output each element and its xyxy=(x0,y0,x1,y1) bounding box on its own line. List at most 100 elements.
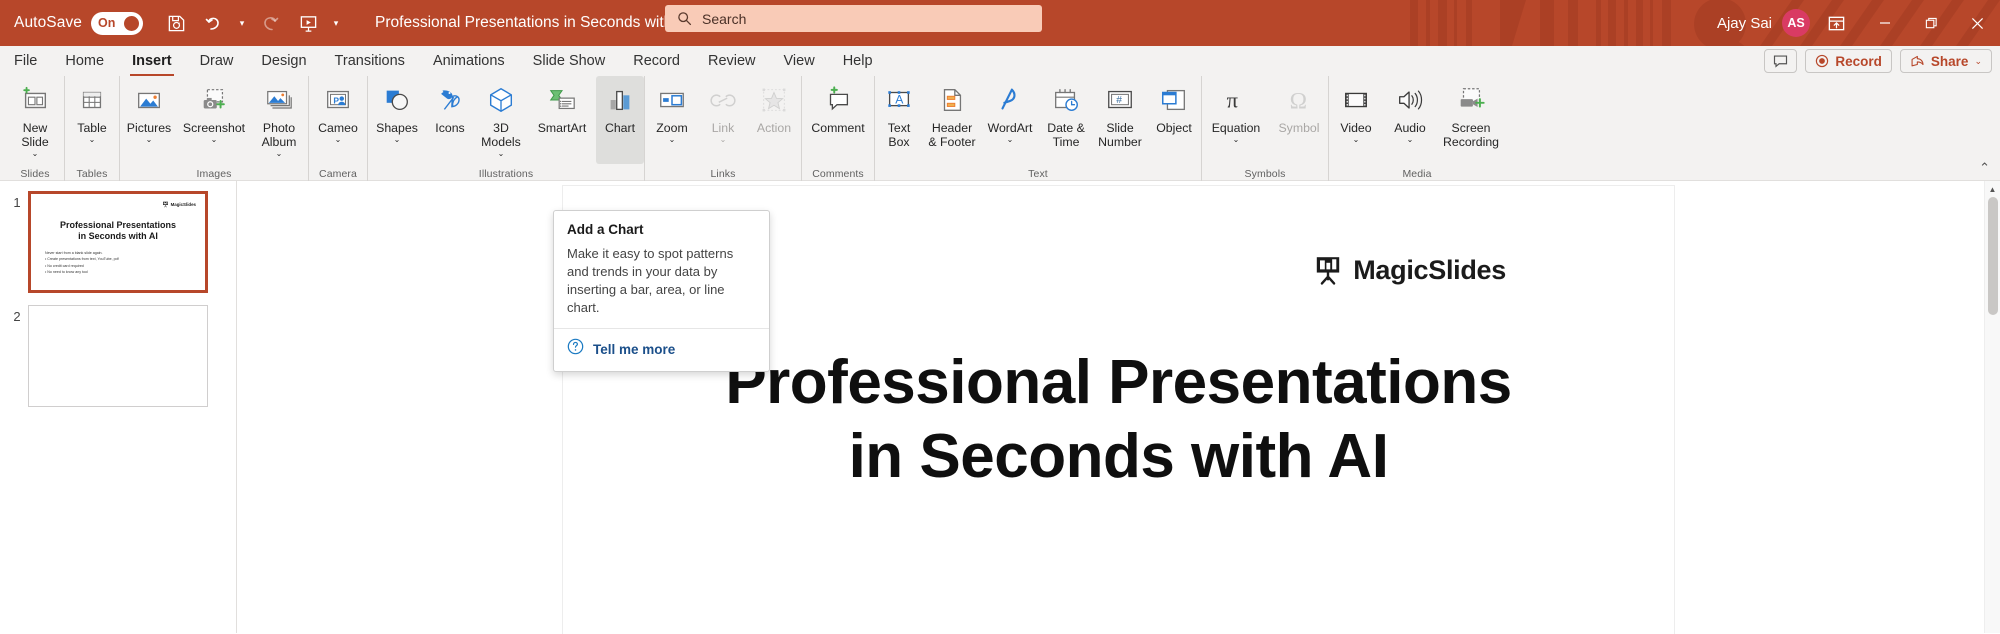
tab-draw[interactable]: Draw xyxy=(186,46,248,76)
ribbon-button-label: Slide Number xyxy=(1092,121,1148,149)
record-label: Record xyxy=(1835,53,1882,69)
slide-number-2: 2 xyxy=(13,309,21,324)
ribbon-group-label: Comments xyxy=(812,168,864,180)
tab-design[interactable]: Design xyxy=(247,46,320,76)
tab-label: Insert xyxy=(132,53,172,69)
slide-thumbnail-2[interactable] xyxy=(28,305,208,407)
save-icon[interactable] xyxy=(157,6,195,40)
close-button[interactable] xyxy=(1954,0,2000,46)
ribbon-button-equation[interactable]: π Equation ⌄ xyxy=(1202,76,1270,164)
avatar-initials: AS xyxy=(1787,16,1805,30)
share-button[interactable]: Share ⌄ xyxy=(1899,49,1992,73)
ribbon-button-date-time[interactable]: Date & Time xyxy=(1039,76,1093,164)
ribbon-button-video[interactable]: Video ⌄ xyxy=(1329,76,1383,164)
redo-icon[interactable] xyxy=(251,6,289,40)
chevron-down-icon[interactable]: ⌄ xyxy=(119,135,179,144)
chevron-down-icon[interactable]: ⌄ xyxy=(980,135,1040,144)
chevron-down-icon[interactable]: ⌄ xyxy=(1201,135,1271,144)
thumbnail-row-1: 1 MagicSlides Professional Presentations… xyxy=(0,191,236,293)
tab-slide-show[interactable]: Slide Show xyxy=(519,46,620,76)
collapse-ribbon-icon[interactable]: ⌃ xyxy=(1979,160,1990,176)
tab-record[interactable]: Record xyxy=(619,46,694,76)
ribbon-button-wordart[interactable]: WordArt ⌄ xyxy=(981,76,1039,164)
chevron-down-icon[interactable]: ⌄ xyxy=(177,135,251,144)
tab-insert[interactable]: Insert xyxy=(118,46,186,76)
ribbon-button-screenshot[interactable]: Screenshot ⌄ xyxy=(178,76,250,164)
label-line2: Box xyxy=(888,135,910,149)
chevron-down-icon[interactable]: ⌄ xyxy=(64,135,120,144)
ribbon-button-label: Cameo ⌄ xyxy=(308,121,368,144)
chevron-down-icon[interactable]: ⌄ xyxy=(1382,135,1438,144)
minimize-button[interactable] xyxy=(1862,0,1908,46)
ribbon-button-icons[interactable]: Icons xyxy=(426,76,474,164)
ribbon-button-zoom[interactable]: Zoom ⌄ xyxy=(645,76,699,164)
chevron-down-icon: ⌄ xyxy=(719,135,727,144)
screenshot-icon xyxy=(199,82,229,118)
ribbon-button-symbol: Ω Symbol xyxy=(1270,76,1328,164)
ribbon-button-comment-add[interactable]: Comment xyxy=(802,76,874,164)
ribbon-display-options-icon[interactable] xyxy=(1810,0,1862,46)
label-line1: Screen xyxy=(1451,121,1491,135)
share-chevron-down-icon[interactable]: ⌄ xyxy=(1974,56,1982,67)
vertical-scrollbar[interactable]: ▲ xyxy=(1984,181,2000,633)
undo-icon[interactable] xyxy=(195,6,233,40)
tab-transitions[interactable]: Transitions xyxy=(321,46,419,76)
ribbon-tab-strip: Record Share ⌄ File Home Insert Draw Design T… xyxy=(0,46,2000,76)
restore-button[interactable] xyxy=(1908,0,1954,46)
chevron-down-icon[interactable]: ⌄ xyxy=(308,135,368,144)
ribbon-button-audio[interactable]: Audio ⌄ xyxy=(1383,76,1437,164)
autosave-toggle[interactable]: On xyxy=(91,11,144,35)
ribbon-button-slide-number[interactable]: # Slide Number xyxy=(1093,76,1147,164)
chevron-down-icon[interactable]: ⌄ xyxy=(5,149,65,158)
thumbnail-bullets-1: Never start from a blank slide again. • … xyxy=(45,250,195,276)
ribbon-button-screen-recording[interactable]: Screen Recording xyxy=(1437,76,1505,164)
tab-view[interactable]: View xyxy=(770,46,829,76)
scrollbar-thumb[interactable] xyxy=(1988,197,1998,315)
customize-quick-access-toolbar-icon[interactable]: ▾ xyxy=(327,6,345,40)
ribbon-button-table[interactable]: Table ⌄ xyxy=(65,76,119,164)
ribbon-button-chart[interactable]: Chart xyxy=(596,76,644,164)
ribbon-button-label: Link ⌄ xyxy=(698,121,748,144)
label-line1: Date & xyxy=(1047,121,1085,135)
scroll-up-arrow-icon[interactable]: ▲ xyxy=(1985,181,2000,197)
label-line1: Equation xyxy=(1211,121,1261,135)
chevron-down-icon[interactable]: ⌄ xyxy=(644,135,700,144)
ribbon-button-shapes[interactable]: Shapes ⌄ xyxy=(368,76,426,164)
start-presentation-icon[interactable] xyxy=(289,6,327,40)
chevron-down-icon[interactable]: ⌄ xyxy=(1328,135,1384,144)
ribbon-button-smartart[interactable]: SmartArt xyxy=(528,76,596,164)
tab-review[interactable]: Review xyxy=(694,46,770,76)
icons-icon xyxy=(435,82,465,118)
chevron-down-icon[interactable]: ⌄ xyxy=(367,135,427,144)
chevron-down-icon[interactable]: ⌄ xyxy=(473,149,529,158)
comments-button[interactable] xyxy=(1764,49,1798,73)
tab-file[interactable]: File xyxy=(0,46,51,76)
tab-animations[interactable]: Animations xyxy=(419,46,519,76)
tab-label: Review xyxy=(707,53,756,69)
avatar[interactable]: AS xyxy=(1782,9,1810,37)
tab-home[interactable]: Home xyxy=(51,46,118,76)
ribbon-button-label: Pictures ⌄ xyxy=(119,121,179,144)
record-button[interactable]: Record xyxy=(1805,49,1892,73)
slide-thumbnail-1[interactable]: MagicSlides Professional Presentations i… xyxy=(28,191,208,293)
ribbon-button-new-slide[interactable]: New Slide ⌄ xyxy=(6,76,64,164)
ribbon-button-cameo[interactable]: P Cameo ⌄ xyxy=(309,76,367,164)
ribbon-button-object[interactable]: Object xyxy=(1147,76,1201,164)
ribbon-button-3d-models[interactable]: 3D Models ⌄ xyxy=(474,76,528,164)
tab-label: Home xyxy=(65,53,105,69)
ribbon-button-label: Shapes ⌄ xyxy=(367,121,427,144)
chevron-down-icon[interactable]: ⌄ xyxy=(249,149,309,158)
tab-help[interactable]: Help xyxy=(829,46,887,76)
tell-me-more-link[interactable]: Tell me more xyxy=(567,329,756,371)
undo-dropdown-chevron-down-icon[interactable]: ▾ xyxy=(233,6,251,40)
ribbon-button-pictures[interactable]: Pictures ⌄ xyxy=(120,76,178,164)
label-line1: Zoom xyxy=(656,121,688,135)
label-line1: Video xyxy=(1340,121,1372,135)
search-input[interactable]: Search xyxy=(665,5,1042,32)
ribbon-button-photo-album[interactable]: Photo Album ⌄ xyxy=(250,76,308,164)
ribbon-button-text-box[interactable]: A Text Box xyxy=(875,76,923,164)
ribbon-button-header-footer[interactable]: Header & Footer xyxy=(923,76,981,164)
magicslides-easel-icon xyxy=(162,201,168,208)
ribbon-button-label: Chart xyxy=(595,121,645,135)
label-line1: Cameo xyxy=(318,121,358,135)
